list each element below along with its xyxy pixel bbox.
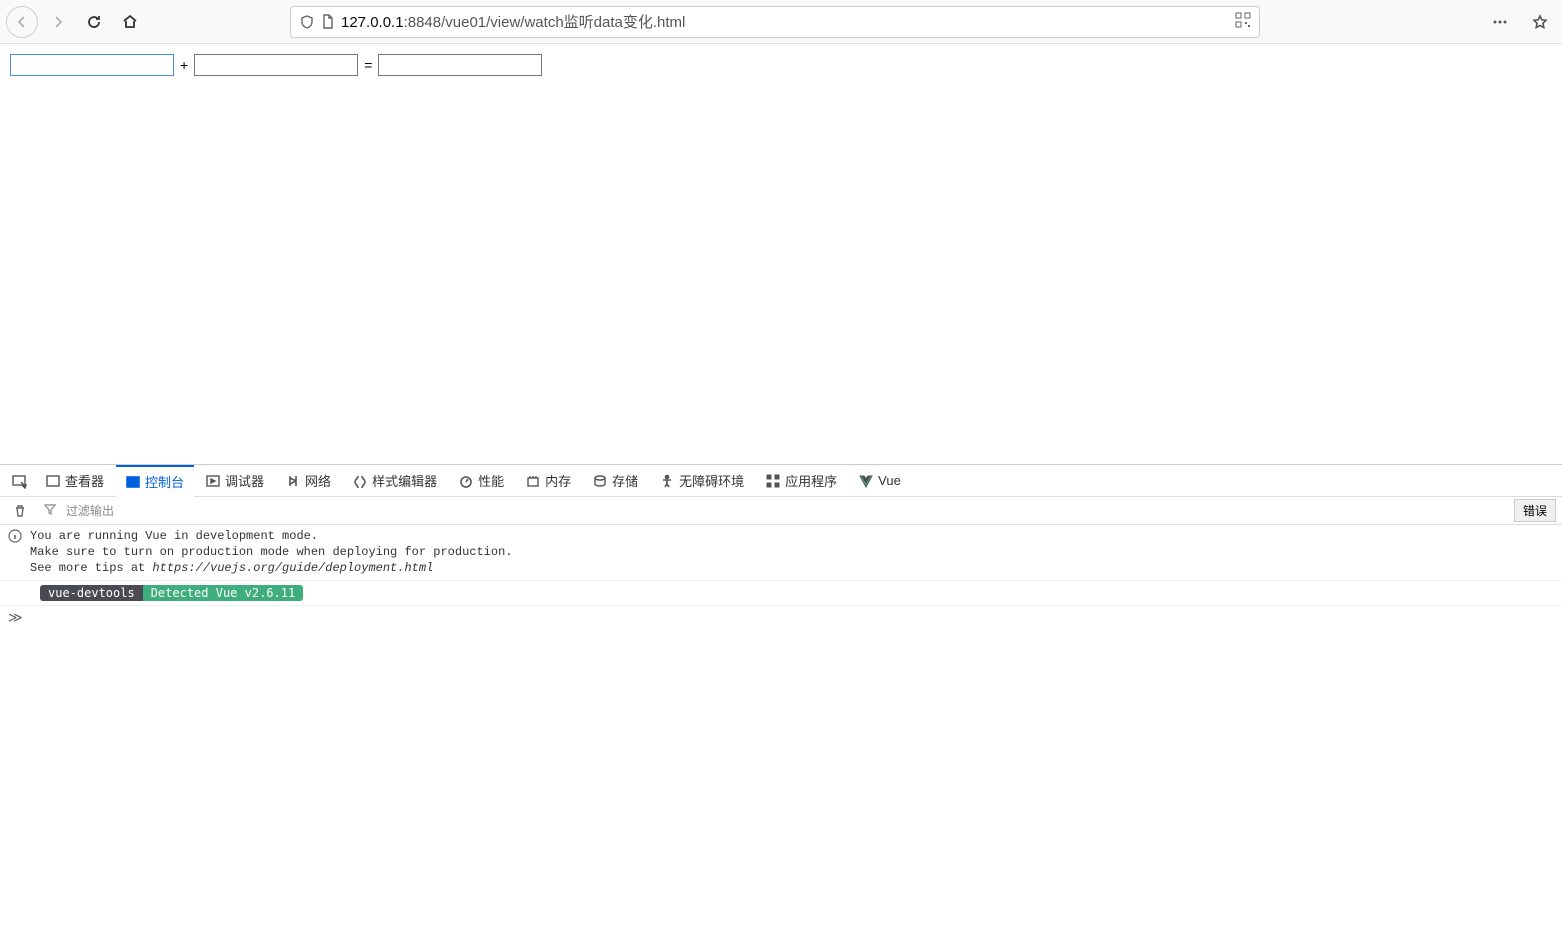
back-button[interactable] bbox=[6, 6, 38, 38]
tab-style-editor[interactable]: 样式编辑器 bbox=[343, 465, 447, 497]
tab-inspector[interactable]: 查看器 bbox=[36, 465, 114, 497]
bookmark-button[interactable] bbox=[1524, 6, 1556, 38]
console-message-info: You are running Vue in development mode.… bbox=[0, 525, 1562, 581]
tab-debugger[interactable]: 调试器 bbox=[196, 465, 274, 497]
badge-vue-version: Detected Vue v2.6.11 bbox=[143, 585, 304, 601]
toolbar-right bbox=[1484, 6, 1556, 38]
input-result[interactable] bbox=[378, 54, 542, 76]
url-bar[interactable]: 127.0.0.1:8848/vue01/view/watch监听data变化.… bbox=[290, 6, 1260, 38]
reload-button[interactable] bbox=[78, 6, 110, 38]
input-b[interactable] bbox=[194, 54, 358, 76]
calculator-row: + = bbox=[10, 54, 542, 76]
tab-accessibility[interactable]: 无障碍环境 bbox=[650, 465, 754, 497]
console-badge-row: vue-devtools Detected Vue v2.6.11 bbox=[0, 581, 1562, 606]
inspect-element-button[interactable] bbox=[6, 467, 34, 495]
console-message-body: You are running Vue in development mode.… bbox=[30, 528, 512, 577]
tab-applications[interactable]: 应用程序 bbox=[756, 465, 847, 497]
badge-vue-devtools: vue-devtools bbox=[40, 585, 143, 601]
qr-icon[interactable] bbox=[1235, 12, 1251, 31]
forward-button[interactable] bbox=[42, 6, 74, 38]
tab-network[interactable]: 网络 bbox=[276, 465, 341, 497]
url-text: 127.0.0.1:8848/vue01/view/watch监听data变化.… bbox=[341, 11, 1229, 32]
menu-button[interactable] bbox=[1484, 6, 1516, 38]
tab-storage[interactable]: 存储 bbox=[583, 465, 648, 497]
console-filter-bar: 过滤输出 错误 bbox=[0, 497, 1562, 525]
tab-performance[interactable]: 性能 bbox=[449, 465, 514, 497]
home-button[interactable] bbox=[114, 6, 146, 38]
filter-input[interactable]: 过滤输出 bbox=[66, 502, 1504, 519]
tab-memory[interactable]: 内存 bbox=[516, 465, 581, 497]
clear-console-button[interactable] bbox=[6, 497, 34, 525]
info-icon bbox=[8, 529, 22, 543]
equals-sign: = bbox=[364, 57, 372, 73]
browser-toolbar: 127.0.0.1:8848/vue01/view/watch监听data变化.… bbox=[0, 0, 1562, 44]
errors-filter-button[interactable]: 错误 bbox=[1514, 499, 1556, 522]
shield-icon bbox=[299, 14, 315, 30]
console-output: You are running Vue in development mode.… bbox=[0, 525, 1562, 929]
page-content: + = bbox=[0, 44, 1562, 464]
filter-icon bbox=[44, 503, 56, 518]
input-a[interactable] bbox=[10, 54, 174, 76]
devtools-tabs: 查看器 控制台 调试器 网络 样式编辑器 性能 内存 存储 bbox=[0, 465, 1562, 497]
console-prompt[interactable]: ≫ bbox=[0, 606, 1562, 631]
plus-sign: + bbox=[180, 57, 188, 73]
tab-vue[interactable]: Vue bbox=[849, 465, 911, 497]
document-icon bbox=[321, 14, 335, 30]
tab-console[interactable]: 控制台 bbox=[116, 465, 194, 497]
devtools-panel: 查看器 控制台 调试器 网络 样式编辑器 性能 内存 存储 bbox=[0, 464, 1562, 929]
